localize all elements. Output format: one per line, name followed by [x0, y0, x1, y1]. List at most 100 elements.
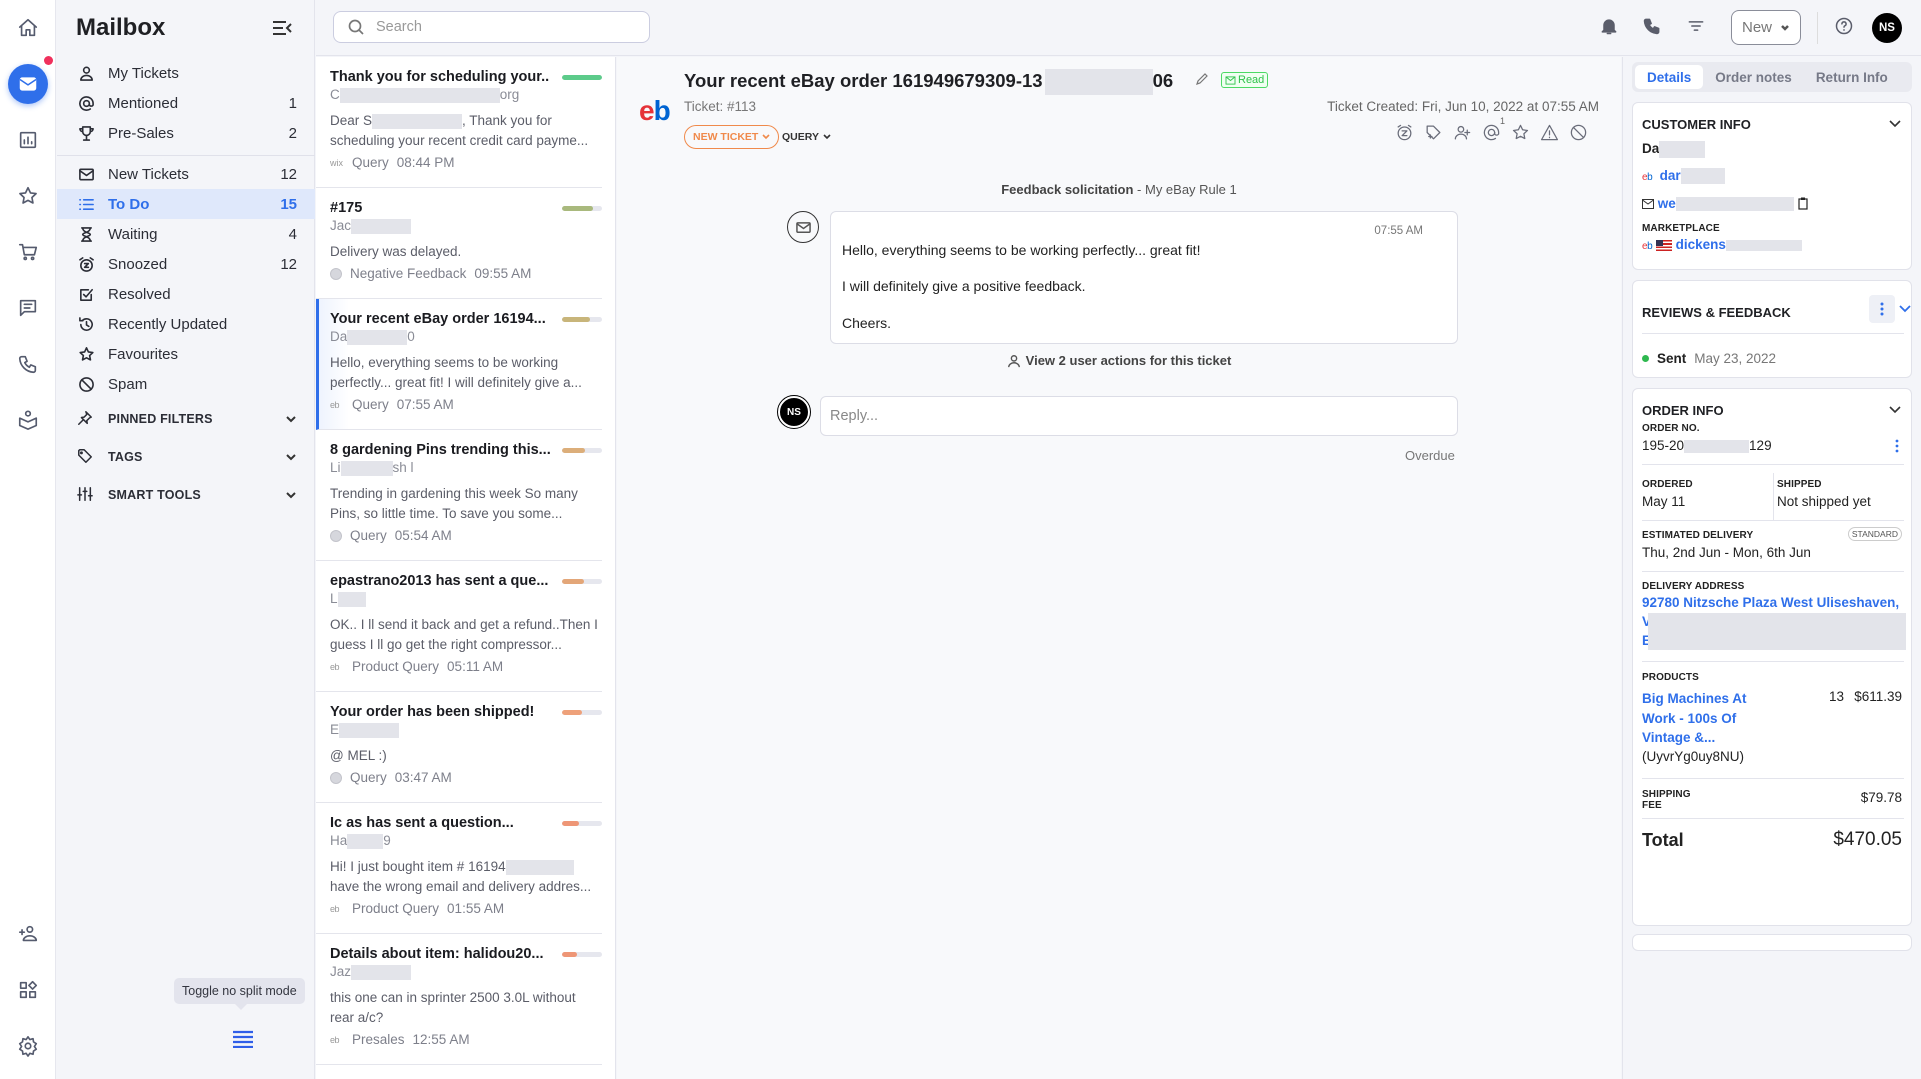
redacted-text [337, 591, 366, 607]
section-label: SMART TOOLS [108, 488, 201, 502]
ticket-list-item[interactable]: #175 Jac Delivery was delayed. Negative Fee… [316, 188, 602, 299]
settings-icon[interactable] [8, 1026, 48, 1066]
chevron-down-icon[interactable] [1899, 304, 1911, 314]
priority-fill [562, 952, 578, 957]
reply-avatar: NS [777, 395, 811, 429]
order-more-icon[interactable] [1895, 439, 1899, 453]
ebay-logo: eb [639, 95, 671, 126]
customer-ebay-user[interactable]: eb dar [1642, 168, 1725, 185]
sidebar-item-spam[interactable]: Spam [57, 369, 315, 399]
estimated-delivery-label: ESTIMATED DELIVERY [1642, 530, 1754, 541]
automation-rule: Feedback solicitation - My eBay Rule 1 [1001, 182, 1237, 197]
sidebar-item-favourites[interactable]: Favourites [57, 339, 315, 369]
sidebar-item-mentioned[interactable]: Mentioned 1 [57, 88, 315, 118]
type-dropdown[interactable]: QUERY [782, 125, 831, 149]
sidebar-item-count: 2 [288, 124, 297, 142]
toggle-split-mode-button[interactable] [232, 1030, 254, 1048]
divider [1642, 464, 1904, 465]
ticket-created: Ticket Created: Fri, Jun 10, 2022 at 07:… [1327, 99, 1599, 114]
reports-icon[interactable] [8, 120, 48, 160]
sidebar-section-tags[interactable]: TAGS [57, 443, 315, 471]
ticket-meta: eb Presales 12:55 AM [330, 1032, 470, 1047]
apps-icon[interactable] [8, 970, 48, 1010]
sidebar-item-my-tickets[interactable]: My Tickets [57, 58, 315, 88]
divider [1817, 12, 1818, 44]
reviews-more-button[interactable] [1869, 295, 1895, 323]
help-icon[interactable] [1834, 16, 1856, 38]
sidebar-item-waiting[interactable]: Waiting 4 [57, 219, 315, 249]
ebay-icon: eb [330, 903, 340, 914]
envelope-icon [77, 165, 95, 183]
ticket-list-item[interactable]: Thank you for scheduling your... Corg Dear… [316, 57, 602, 188]
sidebar-item-resolved[interactable]: Resolved [57, 279, 315, 309]
sidebar-item-count: 12 [280, 165, 297, 183]
sidebar-item-label: Waiting [108, 225, 158, 243]
phone-icon[interactable] [8, 344, 48, 384]
ticket-list-item[interactable]: Your recent eBay order 16194... Da 0 Hello,… [316, 299, 602, 430]
ticket-sender: Jaz [330, 964, 412, 980]
ticket-list-item[interactable]: epastrano2013 has sent a que... L OK.. I l… [316, 561, 602, 692]
cart-icon[interactable] [8, 232, 48, 272]
order-info-card: ORDER INFO ORDER NO. 195-20 129 ORDERED M… [1632, 388, 1912, 926]
reviews-star-icon[interactable] [8, 176, 48, 216]
view-user-actions-link[interactable]: View 2 user actions for this ticket [617, 353, 1621, 368]
reply-input[interactable] [820, 396, 1458, 436]
sidebar-section-pinned-filters[interactable]: PINNED FILTERS [57, 405, 315, 433]
tab-return-info[interactable]: Return Info [1804, 65, 1900, 89]
favourite-star-icon[interactable] [1511, 123, 1531, 143]
ticket-title: Details about item: halidou20... [330, 946, 544, 962]
snooze-icon[interactable] [1395, 123, 1415, 143]
user-avatar[interactable]: NS [1872, 13, 1902, 43]
knowledge-icon[interactable] [8, 400, 48, 440]
ticket-sender: Da 0 [330, 329, 415, 345]
add-user-icon[interactable] [8, 914, 48, 954]
ticket-actions: 1 [1395, 116, 1589, 143]
ticket-list-item[interactable]: Your order has been shipped! E @ MEL :) Que… [316, 692, 602, 803]
ticket-list-item[interactable]: Ic as has sent a question... Ha 9 Hi! I jus… [316, 803, 602, 934]
priority-bar [562, 206, 602, 211]
sidebar-section-smart-tools[interactable]: SMART TOOLS [57, 481, 315, 509]
tag-add-icon[interactable] [1424, 123, 1444, 143]
search-box[interactable] [333, 11, 650, 43]
marketplace-value[interactable]: eb dickens [1642, 237, 1802, 252]
product-name[interactable]: Big Machines At Work - 100s Of Vintage &..… [1642, 689, 1747, 748]
mention-icon[interactable]: 1 [1482, 116, 1505, 143]
sidebar-item-to-do[interactable]: To Do 15 [57, 189, 315, 219]
chevron-down-icon[interactable] [1889, 119, 1901, 129]
sidebar-item-count: 1 [288, 94, 297, 112]
customer-email[interactable]: we [1642, 196, 1808, 211]
ticket-title: epastrano2013 has sent a que... [330, 573, 549, 589]
call-icon[interactable] [1642, 16, 1664, 38]
sidebar-item-count: 4 [288, 225, 297, 243]
chevron-down-icon[interactable] [1889, 405, 1901, 415]
status-dropdown[interactable]: NEW TICKET [684, 125, 780, 149]
home-icon[interactable] [8, 8, 48, 48]
chat-icon[interactable] [8, 288, 48, 328]
bell-icon[interactable] [1599, 16, 1621, 38]
sidebar-item-pre-sales[interactable]: Pre-Sales 2 [57, 118, 315, 148]
ticket-preview: Delivery was delayed. [330, 244, 462, 259]
copy-clipboard-icon[interactable] [1797, 197, 1808, 210]
priority-bar [562, 821, 602, 826]
spam-block-icon[interactable] [1569, 123, 1589, 143]
mailbox-sidebar: Mailbox My Tickets Mentioned 1 Pre-Sales 2 Ne… [57, 0, 315, 1079]
new-button[interactable]: New [1731, 10, 1801, 45]
ticket-list-item[interactable]: 8 gardening Pins trending this... Li sh l T… [316, 430, 602, 561]
ticket-list-item[interactable]: Details about item: halidou20... Jaz this … [316, 934, 602, 1065]
ebay-icon: eb [330, 399, 340, 410]
warning-icon[interactable] [1540, 123, 1560, 143]
priority-fill [562, 206, 594, 211]
collapse-sidebar-icon[interactable] [271, 18, 293, 38]
mailbox-icon[interactable] [8, 64, 48, 104]
edit-subject-icon[interactable] [1195, 72, 1209, 86]
sidebar-item-new-tickets[interactable]: New Tickets 12 [57, 159, 315, 189]
assign-user-icon[interactable] [1453, 123, 1473, 143]
reviews-header: REVIEWS & FEEDBACK [1642, 305, 1791, 320]
filter-icon[interactable] [1686, 16, 1708, 38]
search-input[interactable] [376, 19, 636, 35]
tab-details[interactable]: Details [1635, 65, 1704, 89]
sidebar-item-snoozed[interactable]: Snoozed 12 [57, 249, 315, 279]
tab-order-notes[interactable]: Order notes [1703, 65, 1804, 89]
sidebar-item-recently-updated[interactable]: Recently Updated [57, 309, 315, 339]
delivery-address[interactable]: 92780 Nitzsche Plaza West Uliseshaven, [1642, 595, 1899, 610]
